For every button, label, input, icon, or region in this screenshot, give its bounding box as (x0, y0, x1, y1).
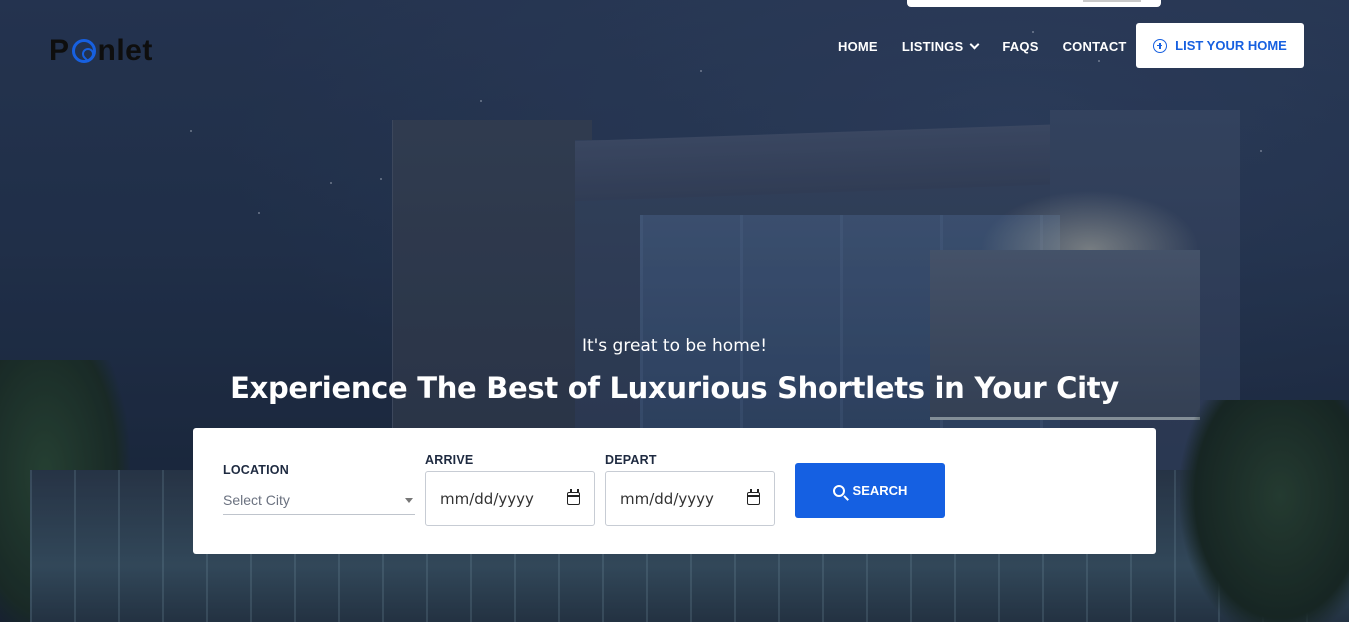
depart-date-input[interactable]: mm/dd/yyyy (605, 471, 775, 526)
arrive-date-value: mm/dd/yyyy (440, 489, 534, 508)
caret-down-icon (405, 497, 413, 503)
plus-circle-icon (1153, 38, 1168, 53)
logo-text-right: nlet (97, 34, 153, 67)
logo[interactable]: P nlet (49, 34, 153, 68)
search-form: LOCATION Select City ARRIVE mm/dd/yyyy D… (193, 428, 1156, 554)
nav-listings-label: LISTINGS (901, 39, 964, 54)
arrive-date-input[interactable]: mm/dd/yyyy (425, 471, 595, 526)
logo-text-left: P (49, 34, 70, 67)
hero-tagline: It's great to be home! (581, 336, 768, 356)
depart-label: DEPART (605, 453, 657, 467)
calendar-icon[interactable] (747, 489, 760, 505)
chevron-down-icon (969, 39, 980, 50)
logo-mark-icon (71, 39, 96, 63)
nav-contact[interactable]: CONTACT (1063, 39, 1127, 54)
nav-faqs[interactable]: FAQS (1002, 39, 1038, 54)
list-your-home-label: LIST YOUR HOME (1175, 38, 1287, 53)
top-overlay-strip (907, 0, 1161, 7)
nav-home[interactable]: HOME (838, 39, 878, 54)
main-nav: HOME LISTINGS FAQS CONTACT (838, 39, 1127, 54)
hero-headline: Experience The Best of Luxurious Shortle… (230, 371, 1119, 405)
list-your-home-button[interactable]: LIST YOUR HOME (1136, 23, 1304, 68)
location-select[interactable]: Select City (223, 486, 415, 515)
depart-date-value: mm/dd/yyyy (620, 489, 714, 508)
search-button-label: SEARCH (852, 483, 908, 498)
search-button[interactable]: SEARCH (795, 463, 945, 518)
search-icon (832, 484, 845, 497)
nav-listings[interactable]: LISTINGS (901, 39, 980, 54)
calendar-icon[interactable] (567, 489, 580, 505)
location-select-value: Select City (223, 492, 290, 508)
arrive-label: ARRIVE (425, 453, 474, 467)
location-label: LOCATION (223, 463, 289, 477)
